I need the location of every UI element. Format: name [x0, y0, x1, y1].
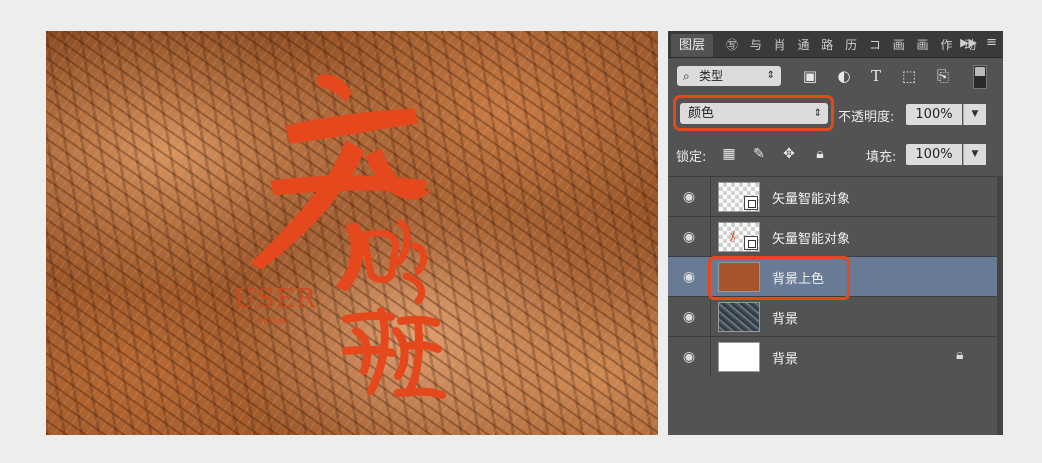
smart-object-badge-icon — [744, 236, 758, 250]
opacity-label: 不透明度: — [838, 110, 895, 125]
smart-object-filter-icon[interactable]: ⎘ — [933, 66, 953, 86]
layer-row[interactable]: ◉ ﾒ 矢量智能对象 — [668, 216, 997, 257]
fill-input[interactable]: 100% — [906, 144, 962, 165]
tab-layers[interactable]: 图层 — [671, 34, 714, 57]
eye-icon[interactable]: ◉ — [680, 348, 698, 366]
other-panel-tabs[interactable]: ㊢ 与 肖 通 路 历 コ 画 画 作 动 — [726, 36, 980, 53]
lock-brush-icon[interactable]: ✎ — [750, 145, 768, 163]
opacity-input[interactable]: 100% — [906, 104, 962, 125]
filter-toggle[interactable] — [973, 65, 987, 89]
blend-mode-value: 颜色 — [688, 106, 715, 121]
layer-name: 背景 — [772, 352, 799, 367]
blend-mode-highlight: 颜色 ⇕ — [673, 95, 834, 131]
updown-arrow-icon: ⇕ — [813, 108, 822, 119]
watermark-main: USER — [234, 284, 317, 314]
lock-move-icon[interactable]: ✥ — [780, 145, 798, 163]
shape-filter-icon[interactable]: ⬚ — [899, 66, 919, 86]
stroke-1 — [317, 74, 352, 102]
layer-row[interactable]: ◉ 矢量智能对象 — [668, 176, 997, 217]
panel-tab-bar: 图层 ㊢ 与 肖 通 路 历 コ 画 画 作 动 ▶▶ ≡ — [668, 31, 1003, 58]
visibility-cell: ◉ — [668, 257, 711, 297]
stroke-6 — [335, 222, 364, 292]
layer-name: 矢量智能对象 — [772, 232, 851, 247]
layer-row[interactable]: ◉ 背景 — [668, 296, 997, 337]
type-filter-icon[interactable]: T — [866, 66, 886, 86]
visibility-cell: ◉ — [668, 217, 711, 257]
smart-object-badge-icon — [744, 196, 758, 210]
eye-icon[interactable]: ◉ — [680, 268, 698, 286]
layer-thumbnail — [718, 302, 760, 332]
updown-arrow-icon: ⇕ — [766, 70, 775, 81]
double-chevron-icon[interactable]: ▶▶ — [960, 36, 977, 49]
watermark-sub: UI DESIGN — [254, 317, 290, 325]
visibility-cell: ◉ — [668, 337, 711, 377]
panel-menu-icon[interactable]: ≡ — [986, 35, 997, 50]
visibility-cell: ◉ — [668, 297, 711, 337]
calligraphy-artwork: USER UI DESIGN — [234, 74, 446, 399]
layer-list-scrollbar[interactable] — [997, 176, 1003, 435]
eye-icon[interactable]: ◉ — [680, 308, 698, 326]
layer-filter-select[interactable]: ⌕ 类型 ⇕ — [677, 66, 781, 86]
lock-label: 锁定: — [676, 150, 707, 165]
layer-row[interactable]: ◉ 背景 🔒︎ — [668, 336, 997, 377]
stroke-8 — [394, 219, 428, 305]
opacity-dropdown-icon[interactable]: ▼ — [963, 104, 986, 125]
calligraphy-mark-icon: ﾒ — [729, 229, 736, 245]
adjustment-filter-icon[interactable]: ◐ — [834, 66, 854, 86]
padlock-icon: 🔒︎ — [956, 347, 964, 363]
eye-icon[interactable]: ◉ — [680, 188, 698, 206]
layer-thumbnail — [718, 342, 760, 372]
stroke-3 — [250, 140, 365, 270]
eye-icon[interactable]: ◉ — [680, 228, 698, 246]
stroke-2 — [285, 108, 419, 144]
image-filter-icon[interactable]: ▣ — [800, 66, 820, 86]
visibility-cell: ◉ — [668, 177, 711, 217]
selected-layer-highlight — [708, 256, 850, 300]
magnifier-icon: ⌕ — [683, 69, 690, 83]
layer-name: 矢量智能对象 — [772, 192, 851, 207]
blend-mode-select[interactable]: 颜色 ⇕ — [680, 103, 828, 124]
layer-thumbnail: ﾒ — [718, 222, 760, 252]
lock-transparency-icon[interactable]: ▦ — [720, 145, 738, 163]
document-canvas[interactable]: USER UI DESIGN — [46, 31, 658, 435]
stroke-7 — [360, 229, 400, 284]
lock-all-icon[interactable]: 🔒︎ — [811, 145, 829, 163]
fill-dropdown-icon[interactable]: ▼ — [963, 144, 986, 165]
layers-panel: 图层 ㊢ 与 肖 通 路 历 コ 画 画 作 动 ▶▶ ≡ ⌕ 类型 ⇕ ▣ ◐… — [668, 31, 1003, 435]
layer-thumbnail — [718, 182, 760, 212]
layer-name: 背景 — [772, 312, 799, 327]
fill-label: 填充: — [866, 150, 897, 165]
filter-label: 类型 — [699, 69, 724, 83]
